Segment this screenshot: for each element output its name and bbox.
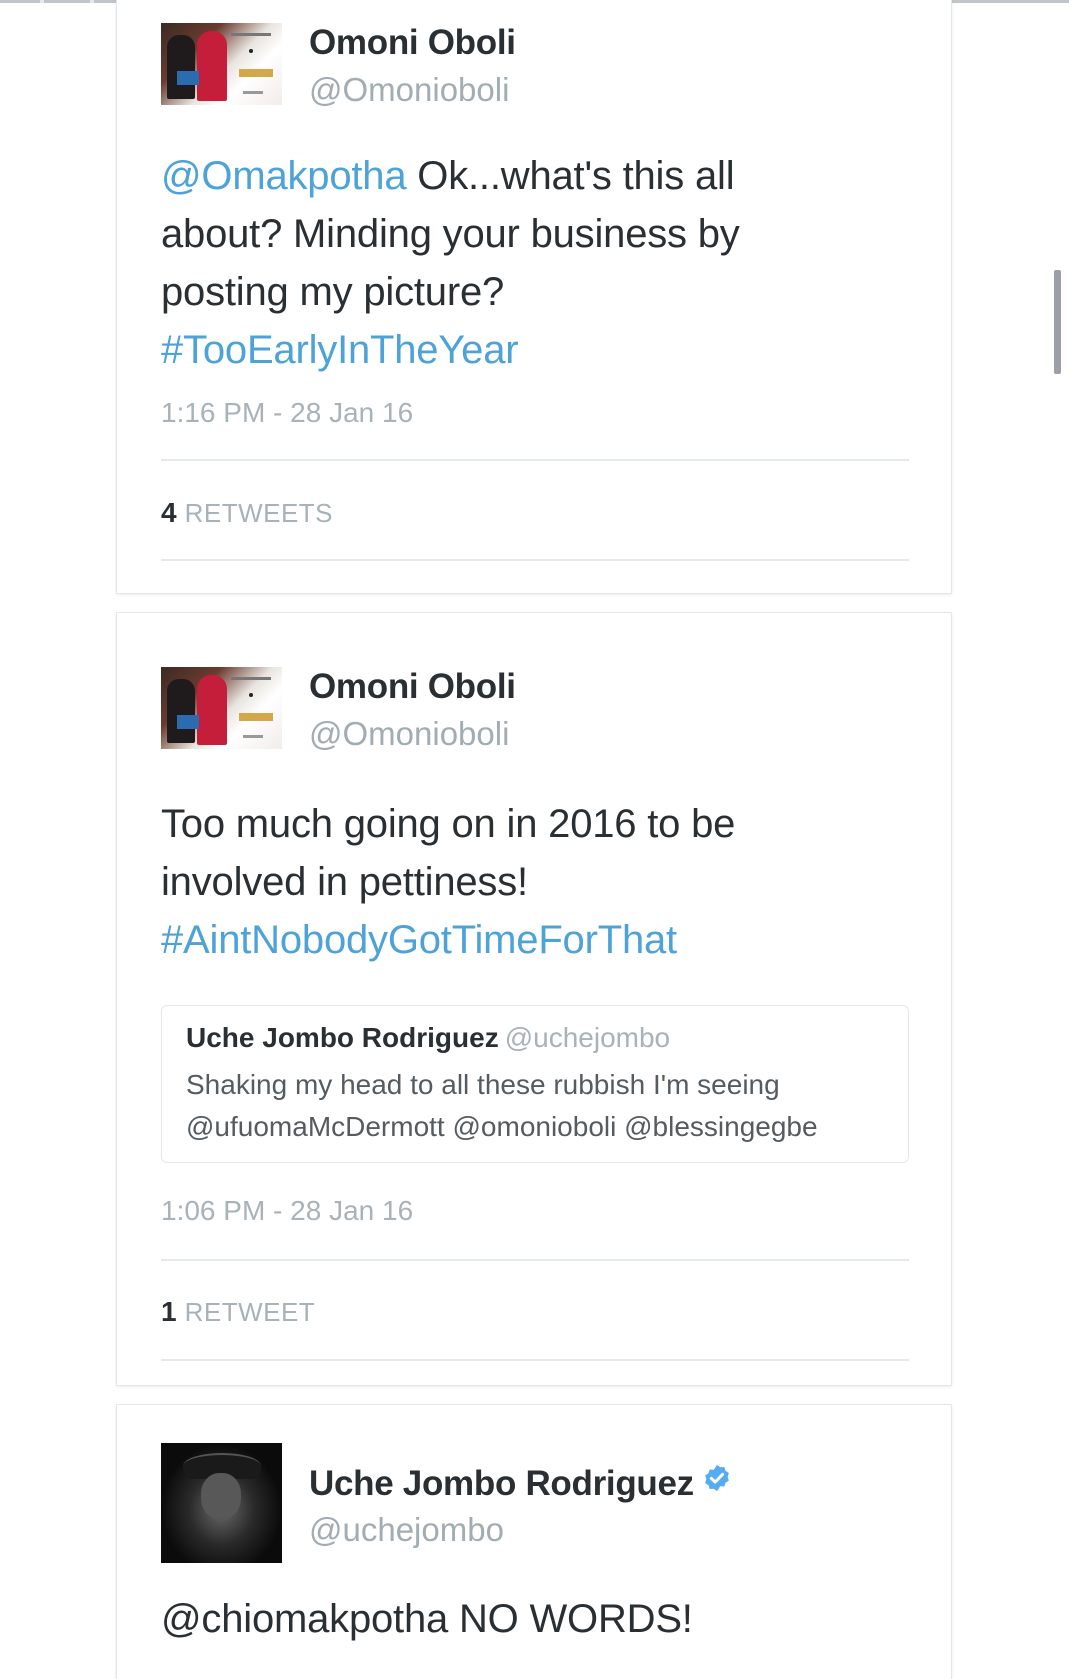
author-name[interactable]: Omoni Oboli [309,667,516,707]
tweet-text-line: Ok...what's this all [406,154,735,198]
quote-author-name: Uche Jombo Rodriguez [186,1022,499,1053]
retweet-stats[interactable]: 1 RETWEET [161,1296,315,1328]
author-handle[interactable]: @Omonioboli [309,715,509,753]
divider [161,1359,909,1361]
tweet-text-line: posting my picture? [161,270,505,314]
quote-text-line: @ufuomaMcDermott @omonioboli @blessingeg… [186,1111,818,1142]
tweet-card[interactable]: Omoni Oboli @Omonioboli @Omakpotha Ok...… [116,0,952,594]
quote-text: Shaking my head to all these rubbish I'm… [186,1064,892,1148]
retweet-label: RETWEET [184,1297,316,1327]
author-name-text: Uche Jombo Rodriguez [309,1464,694,1503]
tweet-feed-page: Omoni Oboli @Omonioboli @Omakpotha Ok...… [0,0,1069,1679]
retweet-count: 4 [161,497,177,528]
tweet-header: Uche Jombo Rodriguez @uchejombo [161,1443,911,1563]
avatar[interactable] [161,1443,282,1563]
tweet-text-line: Too much going on in 2016 to be [161,802,736,846]
tweet-text-line: involved in pettiness! [161,860,528,904]
hashtag-link[interactable]: #TooEarlyInTheYear [161,321,921,379]
divider [161,459,909,461]
retweet-count: 1 [161,1296,177,1327]
quote-author: Uche Jombo Rodriguez @uchejombo [186,1022,670,1054]
tweet-text: @Omakpotha Ok...what's this all about? M… [161,147,921,379]
quote-author-handle: @uchejombo [504,1022,671,1053]
author-name[interactable]: Omoni Oboli [309,23,516,63]
tweet-timestamp[interactable]: 1:06 PM - 28 Jan 16 [161,1195,413,1227]
tweet-header: Omoni Oboli @Omonioboli [161,23,911,108]
avatar[interactable] [161,23,282,105]
quote-text-line: Shaking my head to all these rubbish I'm… [186,1069,780,1100]
tweet-card[interactable]: Uche Jombo Rodriguez @uchejombo @chiomak… [116,1404,952,1679]
scrollbar[interactable] [1054,270,1061,374]
hashtag-link[interactable]: #AintNobodyGotTimeForThat [161,911,921,969]
divider [161,1259,909,1261]
divider [161,559,909,561]
mention-link[interactable]: @Omakpotha [161,154,407,198]
author-handle[interactable]: @uchejombo [309,1511,504,1549]
tweet-text-line: about? Minding your business by [161,212,740,256]
tweet-timestamp[interactable]: 1:16 PM - 28 Jan 16 [161,397,413,429]
tweet-text: @chiomakpotha NO WORDS! [161,1597,693,1641]
tweet-card[interactable]: Omoni Oboli @Omonioboli Too much going o… [116,612,952,1386]
tweet-text: Too much going on in 2016 to be involved… [161,795,921,969]
avatar[interactable] [161,667,282,749]
author-name[interactable]: Uche Jombo Rodriguez [309,1463,732,1504]
retweet-label: RETWEETS [184,498,334,528]
tweet-header: Omoni Oboli @Omonioboli [161,667,911,752]
verified-badge-icon [705,1464,729,1492]
author-handle[interactable]: @Omonioboli [309,71,509,109]
quoted-tweet[interactable]: Uche Jombo Rodriguez @uchejombo Shaking m… [161,1005,909,1163]
retweet-stats[interactable]: 4 RETWEETS [161,497,333,529]
